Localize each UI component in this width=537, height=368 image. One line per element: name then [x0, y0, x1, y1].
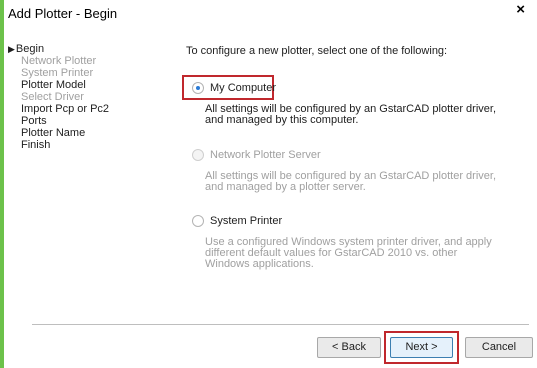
step-system-printer: System Printer — [8, 67, 158, 79]
radio-network-plotter-server[interactable]: Network Plotter Server — [192, 149, 321, 162]
desc-line: and managed by a plotter server. — [205, 181, 366, 193]
radio-my-computer[interactable]: My Computer — [192, 82, 276, 95]
intro-text: To configure a new plotter, select one o… — [186, 45, 448, 57]
step-network-plotter: Network Plotter — [8, 55, 158, 67]
step-label: Begin — [15, 43, 45, 55]
step-label: System Printer — [21, 67, 94, 79]
step-label: Network Plotter — [21, 55, 97, 67]
radio-label[interactable]: My Computer — [210, 82, 276, 94]
step-plotter-name: Plotter Name — [8, 127, 158, 139]
step-begin: ▶Begin — [8, 43, 158, 55]
current-step-arrow-icon: ▶ — [8, 44, 15, 54]
step-label: Select Driver — [21, 91, 84, 103]
radio-unchecked-icon[interactable] — [192, 215, 204, 228]
step-select-driver: Select Driver — [8, 91, 158, 103]
wizard-steps: ▶Begin Network Plotter System Printer Pl… — [8, 43, 158, 151]
step-finish: Finish — [8, 139, 158, 151]
title-bar[interactable]: Add Plotter - Begin × — [4, 0, 537, 26]
radio-unchecked-icon[interactable] — [192, 149, 204, 162]
my-computer-description: All settings will be configured by an Gs… — [205, 104, 525, 126]
desc-line: and managed by this computer. — [205, 114, 359, 126]
step-ports: Ports — [8, 115, 158, 127]
step-label: Plotter Name — [21, 127, 86, 139]
step-label: Finish — [21, 139, 51, 151]
step-import-pcp: Import Pcp or Pc2 — [8, 103, 158, 115]
footer-divider — [32, 324, 529, 325]
radio-label[interactable]: System Printer — [210, 215, 282, 227]
step-plotter-model: Plotter Model — [8, 79, 158, 91]
window-title: Add Plotter - Begin — [8, 6, 118, 21]
desc-line: Windows applications. — [205, 258, 314, 270]
radio-system-printer[interactable]: System Printer — [192, 215, 282, 228]
radio-checked-icon[interactable] — [192, 82, 204, 95]
step-label: Import Pcp or Pc2 — [21, 103, 110, 115]
step-label: Ports — [21, 115, 47, 127]
next-button[interactable]: Next > — [390, 337, 453, 358]
back-button[interactable]: < Back — [317, 337, 381, 358]
add-plotter-dialog: Add Plotter - Begin × ▶Begin Network Plo… — [0, 0, 537, 368]
radio-label[interactable]: Network Plotter Server — [210, 149, 321, 161]
close-icon[interactable]: × — [516, 2, 525, 18]
system-printer-description: Use a configured Windows system printer … — [205, 237, 525, 270]
cancel-button[interactable]: Cancel — [465, 337, 533, 358]
step-label: Plotter Model — [21, 79, 86, 91]
network-plotter-description: All settings will be configured by an Gs… — [205, 171, 525, 193]
